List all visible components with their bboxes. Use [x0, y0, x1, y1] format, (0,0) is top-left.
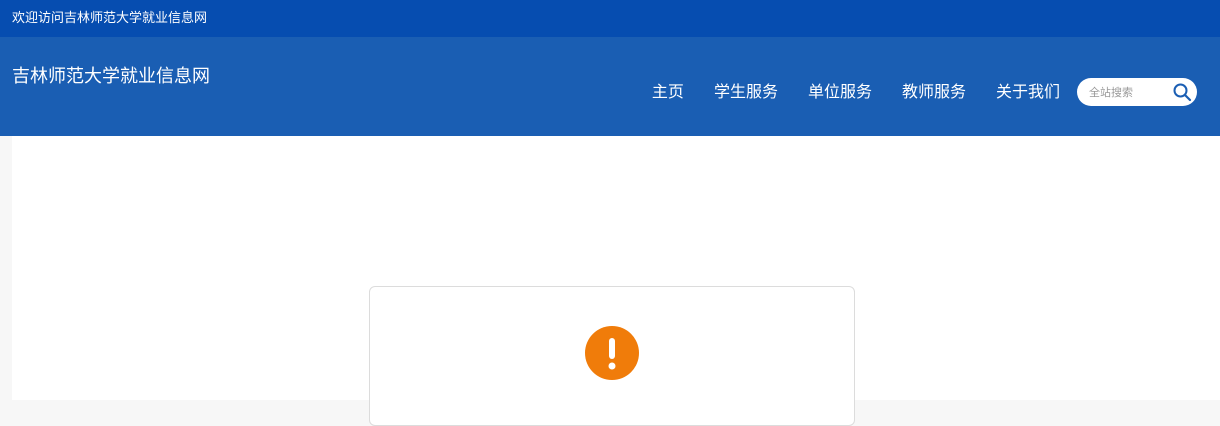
nav-item-teacher-services[interactable]: 教师服务: [902, 81, 966, 103]
nav-item-home[interactable]: 主页: [652, 81, 684, 103]
welcome-bar: 欢迎访问吉林师范大学就业信息网: [0, 0, 1220, 37]
site-search: [1077, 78, 1197, 106]
search-button[interactable]: [1171, 81, 1193, 103]
exclamation-icon: [585, 326, 639, 380]
alert-card: [369, 286, 855, 426]
search-input[interactable]: [1089, 83, 1169, 101]
main-nav: 主页 学生服务 单位服务 教师服务 关于我们: [652, 81, 1060, 103]
main-content: [12, 136, 1220, 426]
welcome-text: 欢迎访问吉林师范大学就业信息网: [12, 11, 208, 26]
site-header: 吉林师范大学就业信息网 主页 学生服务 单位服务 教师服务 关于我们: [0, 37, 1220, 136]
nav-item-about-us[interactable]: 关于我们: [996, 81, 1060, 103]
nav-item-employer-services[interactable]: 单位服务: [808, 81, 872, 103]
nav-item-student-services[interactable]: 学生服务: [714, 81, 778, 103]
site-title[interactable]: 吉林师范大学就业信息网: [12, 65, 210, 89]
search-icon: [1173, 83, 1192, 102]
